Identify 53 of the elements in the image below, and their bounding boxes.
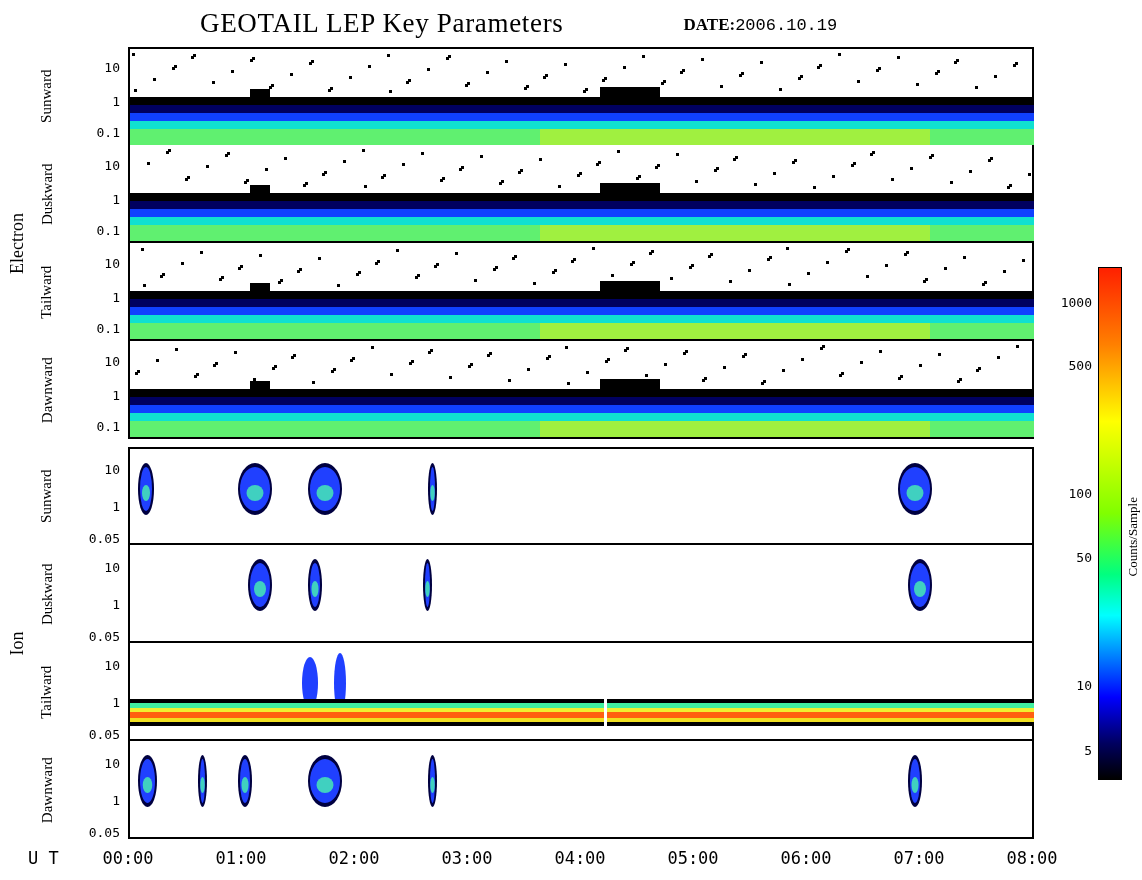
- colorbar-tick-label: 1000: [1060, 295, 1092, 309]
- y-tick-label: 0.1: [96, 419, 120, 433]
- y-tick-label: 1: [112, 499, 120, 513]
- y-tick-label: 10: [104, 658, 120, 672]
- y-tick-label: 0.1: [96, 125, 120, 139]
- colorbar-tick-label: 50: [1076, 550, 1092, 564]
- time-tick-label: 00:00: [102, 847, 154, 871]
- panel-label: Duskward: [37, 163, 56, 225]
- date-value: 2006.10.19: [735, 15, 838, 38]
- panel-label: Tailward: [37, 265, 56, 319]
- y-tick-label: 1: [112, 388, 120, 402]
- y-tick-label: 0.05: [88, 727, 120, 741]
- figure-title: GEOTAIL LEP Key Parameters: [200, 7, 564, 41]
- y-tick-label: 10: [104, 158, 120, 172]
- y-tick-label: 1: [112, 290, 120, 304]
- y-tick-label: 0.1: [96, 223, 120, 237]
- time-tick-label: 06:00: [780, 847, 832, 871]
- y-tick-label: 0.05: [88, 825, 120, 839]
- panel-label: Duskward: [37, 563, 56, 625]
- colorbar-tick-label: 100: [1068, 486, 1092, 500]
- colorbar-tick-label: 5: [1084, 743, 1092, 757]
- y-tick-label: 1: [112, 192, 120, 206]
- panel-label: Sunward: [37, 469, 56, 523]
- panel-label: Sunward: [37, 69, 56, 123]
- y-tick-label: 1: [112, 94, 120, 108]
- time-tick-label: 08:00: [1006, 847, 1058, 871]
- y-tick-label: 10: [104, 256, 120, 270]
- y-tick-label: 1: [112, 793, 120, 807]
- colorbar-tick-label: 10: [1076, 678, 1092, 692]
- y-tick-label: 0.05: [88, 629, 120, 643]
- y-tick-label: 10: [104, 354, 120, 368]
- colorbar-tick-label: 500: [1068, 358, 1092, 372]
- y-tick-label: 0.05: [88, 531, 120, 545]
- time-tick-label: 07:00: [893, 847, 945, 871]
- y-tick-label: 0.1: [96, 321, 120, 335]
- group-label: Ion: [5, 631, 28, 655]
- group-label: Electron: [5, 212, 28, 274]
- panel-label: Dawnward: [37, 757, 56, 823]
- y-tick-label: 10: [104, 560, 120, 574]
- panel-label: Dawnward: [37, 357, 56, 423]
- y-tick-label: 10: [104, 462, 120, 476]
- time-tick-label: 04:00: [554, 847, 606, 871]
- colorbar-title: Counts/Sample: [1124, 497, 1142, 577]
- y-tick-label: 10: [104, 756, 120, 770]
- time-tick-label: 03:00: [441, 847, 493, 871]
- panel-label: Tailward: [37, 665, 56, 719]
- time-tick-label: 01:00: [215, 847, 267, 871]
- time-tick-label: 05:00: [667, 847, 719, 871]
- y-tick-label: 10: [104, 60, 120, 74]
- date-label: DATE:: [683, 14, 736, 37]
- time-tick-label: 02:00: [328, 847, 380, 871]
- y-tick-label: 1: [112, 597, 120, 611]
- y-tick-label: 1: [112, 695, 120, 709]
